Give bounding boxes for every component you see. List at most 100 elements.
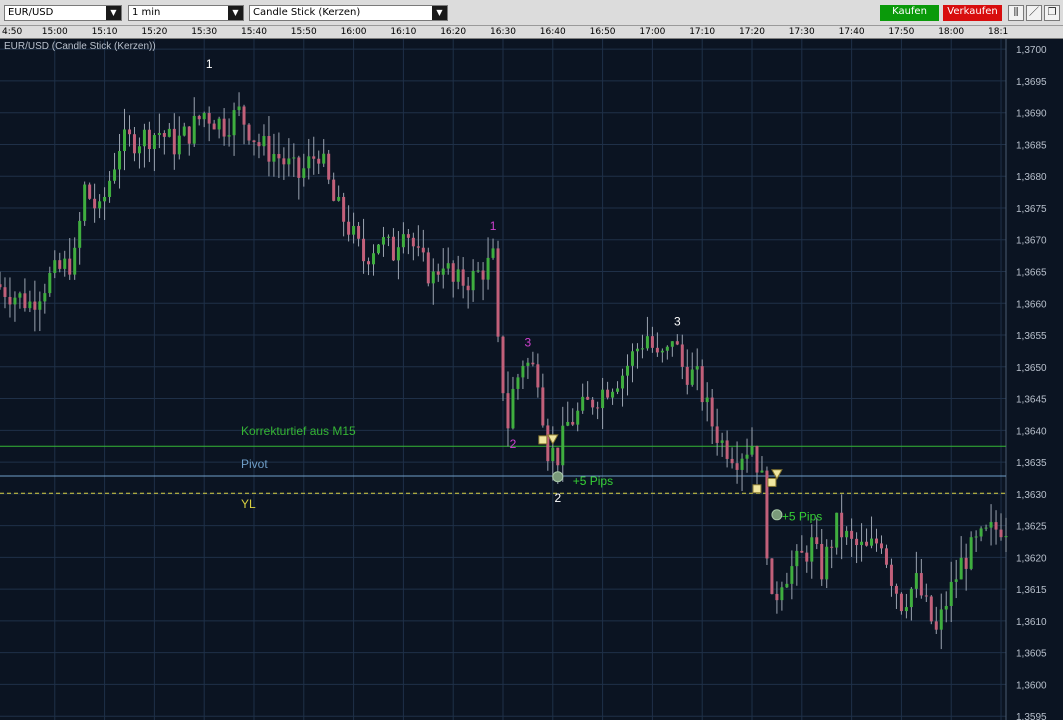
x-tick-label: 16:40: [539, 27, 566, 37]
symbol-select[interactable]: EUR/USD ▼: [4, 5, 122, 21]
candle-up: [38, 301, 42, 310]
candle-up: [670, 341, 674, 347]
annotation-label: +5 Pips: [782, 510, 822, 524]
annotation-label: 1: [490, 219, 497, 233]
y-tick-label: 1,3605: [1016, 649, 1047, 660]
sell-button[interactable]: Verkaufen: [943, 5, 1002, 21]
candle-down: [994, 522, 998, 530]
buy-button[interactable]: Kaufen: [880, 5, 939, 21]
candle-down: [541, 387, 545, 426]
y-tick-label: 1,3620: [1016, 553, 1047, 564]
candle-up: [521, 365, 525, 378]
candle-down: [735, 463, 739, 470]
candle-up: [272, 154, 276, 162]
candle-down: [461, 269, 465, 286]
candle-down: [297, 157, 301, 178]
candle-up: [123, 129, 127, 152]
bar-chart-icon[interactable]: ⫼: [1008, 5, 1024, 21]
candle-down: [591, 399, 595, 408]
candle-up: [476, 270, 480, 272]
candle-up: [471, 270, 475, 291]
candle-up: [959, 557, 963, 580]
x-tick-label: 18:1: [988, 27, 1009, 37]
chevron-down-icon[interactable]: ▼: [228, 6, 243, 20]
candle-up: [53, 260, 57, 273]
candle-down: [8, 296, 12, 305]
candle-up: [660, 350, 664, 353]
candle-down: [725, 440, 729, 459]
candle-up: [63, 258, 67, 269]
candle-up: [237, 106, 241, 111]
x-tick-label: 17:50: [888, 27, 915, 37]
candle-up: [795, 550, 799, 567]
candle-up: [167, 128, 171, 137]
candle-up: [665, 346, 669, 351]
candle-up: [48, 272, 52, 294]
sell-triangle-marker: [771, 469, 783, 480]
candle-up: [695, 366, 699, 370]
candle-down: [775, 593, 779, 601]
x-tick-label: 4:50: [2, 27, 23, 37]
candle-down: [212, 123, 216, 130]
candle-up: [431, 271, 435, 284]
candle-up: [103, 196, 107, 202]
y-tick-label: 1,3595: [1016, 712, 1047, 720]
candle-up: [790, 566, 794, 584]
candle-up: [745, 454, 749, 459]
candle-up: [551, 447, 555, 462]
x-tick-label: 16:50: [589, 27, 616, 37]
candle-up: [118, 151, 122, 170]
candle-up: [192, 115, 196, 144]
entry-square-marker: [538, 435, 548, 445]
candle-down: [33, 301, 37, 310]
candle-up: [516, 377, 520, 389]
chevron-down-icon[interactable]: ▼: [432, 6, 447, 20]
candle-down: [919, 573, 923, 596]
candle-down: [391, 236, 395, 261]
candle-down: [830, 546, 834, 548]
draw-line-icon[interactable]: ／: [1026, 5, 1042, 21]
candle-down: [850, 530, 854, 539]
candle-down: [934, 621, 938, 630]
candle-up: [232, 110, 236, 136]
candle-down: [242, 106, 246, 125]
candle-up: [780, 587, 784, 601]
y-tick-label: 1,3680: [1016, 172, 1047, 183]
candle-up: [601, 389, 605, 409]
chevron-down-icon[interactable]: ▼: [106, 6, 121, 20]
chart-type-select[interactable]: Candle Stick (Kerzen) ▼: [249, 5, 448, 21]
y-tick-label: 1,3675: [1016, 204, 1047, 215]
candle-up: [182, 126, 186, 136]
candle-up: [566, 421, 570, 426]
candle-up: [202, 113, 206, 120]
candle-up: [401, 234, 405, 248]
candle-down: [755, 445, 759, 473]
window-restore-icon[interactable]: ❐: [1044, 5, 1060, 21]
interval-select[interactable]: 1 min ▼: [128, 5, 244, 21]
candle-up: [870, 538, 874, 546]
candle-up: [396, 247, 400, 261]
candle-up: [690, 369, 694, 385]
candle-down: [924, 595, 928, 597]
candle-up: [386, 236, 390, 238]
candle-up: [626, 365, 630, 376]
candle-up: [446, 263, 450, 269]
candle-up: [227, 135, 231, 137]
candle-down: [496, 248, 500, 337]
candle-down: [436, 271, 440, 275]
candle-down: [571, 421, 575, 425]
y-tick-label: 1,3615: [1016, 585, 1047, 596]
candle-down: [147, 129, 151, 150]
candle-down: [0, 284, 2, 288]
y-tick-label: 1,3630: [1016, 490, 1047, 501]
y-tick-label: 1,3700: [1016, 45, 1047, 56]
candle-up: [152, 135, 156, 150]
target-circle-marker: [552, 471, 564, 483]
candle-down: [451, 263, 455, 282]
candle-down: [929, 596, 933, 622]
x-tick-label: 15:30: [191, 27, 218, 37]
candle-up: [381, 237, 385, 245]
chart-toolbar: EUR/USD ▼ 1 min ▼ Candle Stick (Kerzen) …: [0, 0, 1063, 26]
candle-up: [1004, 536, 1008, 538]
candle-down: [685, 366, 689, 385]
